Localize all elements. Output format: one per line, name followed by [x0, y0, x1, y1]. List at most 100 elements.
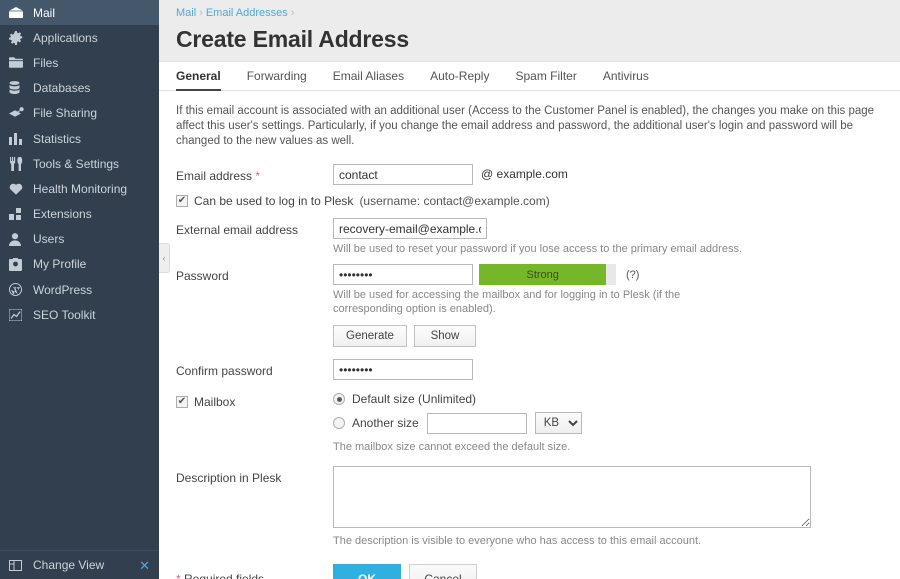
sidebar-item-label: My Profile: [33, 257, 86, 271]
sidebar-item-label: Tools & Settings: [33, 157, 119, 171]
can-login-checkbox-row[interactable]: ✔ Can be used to log in to Plesk (userna…: [176, 194, 883, 208]
applications-icon: [9, 31, 28, 45]
breadcrumb: Mail›Email Addresses›: [176, 6, 900, 20]
breadcrumb-item-email-addresses[interactable]: Email Addresses: [206, 7, 288, 19]
required-marker: *: [176, 572, 181, 579]
form-intro-text: If this email account is associated with…: [176, 104, 890, 149]
email-address-label: Email address *: [176, 164, 333, 184]
sidebar-item-label: Databases: [33, 81, 90, 95]
password-label: Password: [176, 264, 333, 284]
mailbox-checkbox-label: Mailbox: [194, 394, 235, 410]
password-buttons: Generate Show: [333, 325, 883, 347]
password-row: Password Strong (?) Will be used for acc…: [176, 264, 883, 347]
mailbox-another-size-option[interactable]: Another size KB MB GB: [333, 412, 883, 434]
email-address-row: Email address * @ example.com: [176, 164, 883, 185]
sidebar-item-my-profile[interactable]: My Profile: [0, 252, 159, 277]
sidebar-item-file-sharing[interactable]: File Sharing: [0, 101, 159, 126]
sidebar-item-label: Applications: [33, 31, 98, 45]
page-header: Mail›Email Addresses› Create Email Addre…: [159, 0, 900, 62]
generate-password-button[interactable]: Generate: [333, 325, 407, 347]
confirm-password-input[interactable]: [333, 359, 473, 380]
my-profile-icon: [9, 257, 28, 271]
sidebar-item-label: Mail: [33, 6, 55, 20]
email-address-input[interactable]: [333, 164, 473, 185]
sidebar-item-wordpress[interactable]: WordPress: [0, 277, 159, 302]
statistics-icon: [9, 132, 28, 146]
sidebar-item-label: SEO Toolkit: [33, 308, 95, 322]
sidebar-item-tools-settings[interactable]: Tools & Settings: [0, 151, 159, 176]
sidebar-item-label: Users: [33, 232, 64, 246]
description-textarea[interactable]: [333, 466, 811, 528]
sidebar-item-label: WordPress: [33, 283, 92, 297]
confirm-password-label: Confirm password: [176, 359, 333, 379]
tab-email-aliases[interactable]: Email Aliases: [333, 69, 404, 90]
mailbox-checkbox-row[interactable]: ✔ Mailbox: [176, 394, 333, 410]
mailbox-default-size-radio[interactable]: [333, 393, 345, 405]
mailbox-another-size-label: Another size: [352, 416, 419, 430]
sidebar-item-mail[interactable]: Mail: [0, 0, 159, 25]
change-view-row[interactable]: Change View ✕: [0, 550, 159, 579]
sidebar-item-health-monitoring[interactable]: Health Monitoring: [0, 176, 159, 201]
sidebar-item-seo-toolkit[interactable]: SEO Toolkit: [0, 302, 159, 327]
tab-forwarding[interactable]: Forwarding: [247, 69, 307, 90]
external-email-hint: Will be used to reset your password if y…: [333, 242, 883, 256]
sidebar-item-users[interactable]: Users: [0, 227, 159, 252]
password-field-group: Strong (?) Will be used for accessing th…: [333, 264, 883, 347]
mailbox-another-size-radio[interactable]: [333, 417, 345, 429]
password-strength-fill: Strong: [479, 264, 606, 285]
ok-button[interactable]: OK: [333, 564, 401, 579]
sidebar-item-label: Extensions: [33, 207, 92, 221]
show-password-button[interactable]: Show: [414, 325, 476, 347]
confirm-password-row: Confirm password: [176, 359, 883, 380]
external-email-label: External email address: [176, 218, 333, 238]
breadcrumb-separator: ›: [199, 7, 203, 19]
mailbox-checkbox[interactable]: ✔: [176, 396, 188, 408]
description-field-group: The description is visible to everyone w…: [333, 466, 883, 548]
files-icon: [9, 56, 28, 70]
sidebar-item-databases[interactable]: Databases: [0, 76, 159, 101]
can-login-checkbox[interactable]: ✔: [176, 195, 188, 207]
mailbox-default-size-label: Default size (Unlimited): [352, 392, 476, 406]
health-monitoring-icon: [9, 182, 28, 196]
mailbox-size-input[interactable]: [427, 413, 527, 434]
file-sharing-icon: [9, 106, 28, 120]
mailbox-label-group: ✔ Mailbox: [176, 392, 333, 410]
sidebar-item-applications[interactable]: Applications: [0, 25, 159, 50]
breadcrumb-item-mail[interactable]: Mail: [176, 7, 196, 19]
tab-auto-reply[interactable]: Auto-Reply: [430, 69, 489, 90]
close-icon[interactable]: ✕: [139, 559, 150, 572]
email-address-label-text: Email address: [176, 169, 252, 183]
mailbox-row: ✔ Mailbox Default size (Unlimited) Anoth…: [176, 392, 883, 454]
password-input[interactable]: [333, 264, 473, 285]
form-actions: * Required fields OK Cancel: [176, 564, 883, 579]
wordpress-icon: [9, 283, 28, 297]
seo-toolkit-icon: [9, 308, 28, 322]
page-title: Create Email Address: [176, 25, 900, 53]
tab-spam-filter[interactable]: Spam Filter: [515, 69, 576, 90]
description-label: Description in Plesk: [176, 466, 333, 486]
can-login-label: Can be used to log in to Plesk: [194, 194, 353, 208]
sidebar-collapse-handle[interactable]: ‹: [159, 243, 170, 273]
sidebar: Mail Applications Files Databases File S: [0, 0, 159, 579]
tab-general[interactable]: General: [176, 69, 221, 90]
required-marker: *: [255, 169, 260, 183]
sidebar-item-files[interactable]: Files: [0, 50, 159, 75]
mailbox-size-unit-select[interactable]: KB MB GB: [535, 412, 582, 434]
change-view-label: Change View: [33, 558, 139, 572]
external-email-input[interactable]: [333, 218, 487, 239]
email-domain-suffix: @ example.com: [481, 164, 568, 185]
external-email-field-group: Will be used to reset your password if y…: [333, 218, 883, 256]
cancel-button[interactable]: Cancel: [409, 564, 477, 579]
sidebar-item-extensions[interactable]: Extensions: [0, 202, 159, 227]
tab-antivirus[interactable]: Antivirus: [603, 69, 649, 90]
sidebar-item-label: Health Monitoring: [33, 182, 127, 196]
confirm-password-field-group: [333, 359, 883, 380]
sidebar-item-statistics[interactable]: Statistics: [0, 126, 159, 151]
external-email-row: External email address Will be used to r…: [176, 218, 883, 256]
description-row: Description in Plesk The description is …: [176, 466, 883, 548]
email-address-field-group: @ example.com: [333, 164, 883, 185]
required-fields-text: Required fields: [184, 572, 264, 579]
mailbox-default-size-option[interactable]: Default size (Unlimited): [333, 392, 883, 406]
password-help-icon[interactable]: (?): [626, 269, 639, 281]
password-input-line: Strong (?): [333, 264, 883, 285]
